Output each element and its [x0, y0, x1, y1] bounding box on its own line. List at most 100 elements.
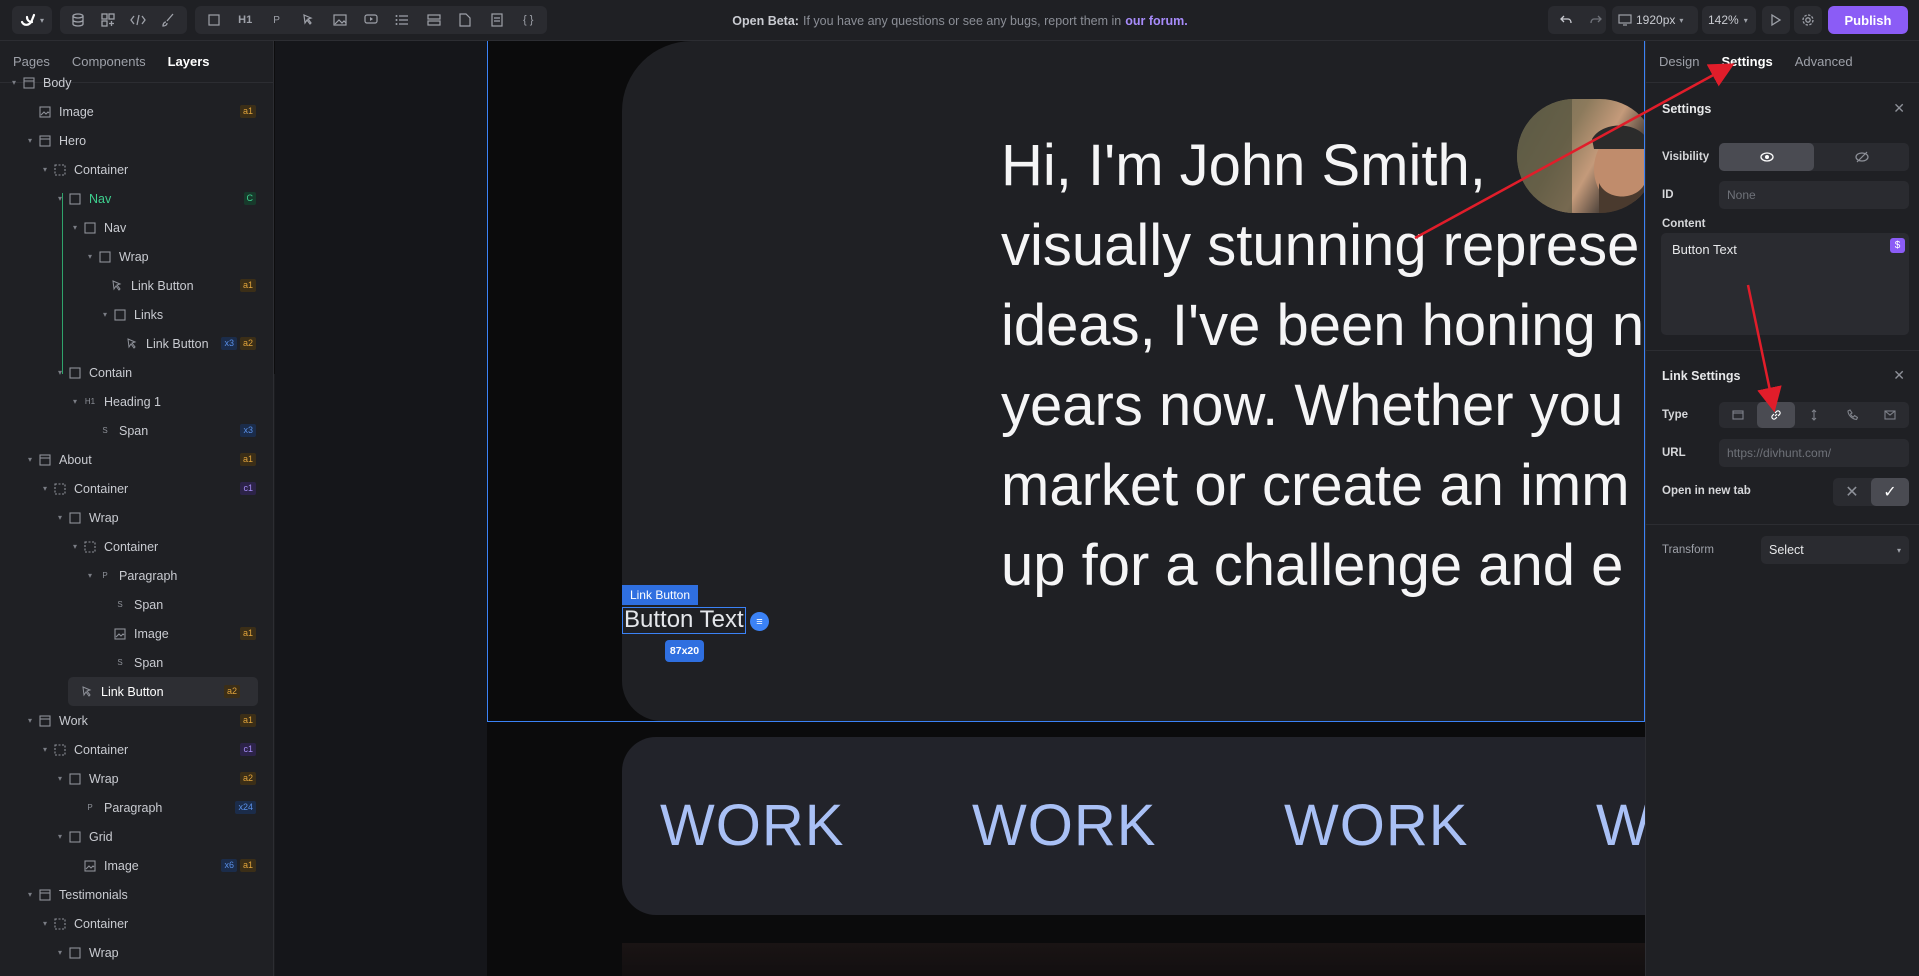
check-icon[interactable]: ✓ [1871, 478, 1909, 506]
layer-paragraph[interactable]: ▾ P Paragraph [0, 561, 274, 590]
video-icon[interactable] [357, 6, 385, 34]
email-icon[interactable] [1871, 402, 1909, 428]
zoom-select[interactable]: 142% ▾ [1702, 6, 1756, 34]
layer-body[interactable]: ▾ Body [0, 68, 274, 97]
layer-grid[interactable]: ▾ Grid [0, 822, 274, 851]
layer-container[interactable]: ▾ Container c1 [0, 735, 274, 764]
caret-down-icon[interactable]: ▾ [58, 832, 68, 841]
work-section[interactable]: WORK WORK WORK W [622, 737, 1645, 915]
caret-down-icon[interactable]: ▾ [88, 252, 98, 261]
layer-nav[interactable]: ▾ Nav C [0, 184, 274, 213]
layer-span[interactable]: S Span [0, 648, 274, 677]
page-link-icon[interactable] [1719, 402, 1757, 428]
caret-down-icon[interactable]: ▾ [43, 165, 53, 174]
layer-image[interactable]: Image x6 a1 [0, 851, 274, 880]
url-input[interactable]: https://divhunt.com/ [1719, 439, 1909, 467]
caret-down-icon[interactable]: ▾ [12, 78, 22, 87]
tab-settings[interactable]: Settings [1721, 54, 1772, 69]
form-icon[interactable] [420, 6, 448, 34]
layer-links[interactable]: ▾ Links [0, 300, 274, 329]
layer-about[interactable]: ▾ About a1 [0, 445, 274, 474]
layer-wrap[interactable]: ▾ Wrap [0, 938, 274, 967]
layer-container[interactable]: ▾ Container [0, 532, 274, 561]
tab-design[interactable]: Design [1659, 54, 1699, 69]
phone-icon[interactable] [1833, 402, 1871, 428]
heading-tool[interactable]: H1 [231, 6, 259, 34]
caret-down-icon[interactable]: ▾ [43, 745, 53, 754]
embed-icon[interactable] [483, 6, 511, 34]
caret-down-icon[interactable]: ▾ [28, 716, 38, 725]
close-icon[interactable]: ✕ [1833, 478, 1871, 506]
layer-span[interactable]: S Span x3 [0, 416, 274, 445]
components-icon[interactable] [94, 6, 122, 34]
layer-link-button[interactable]: Link Button x3 a2 [0, 329, 274, 358]
layer-link-button[interactable]: Link Button a1 [0, 271, 274, 300]
caret-down-icon[interactable]: ▾ [73, 542, 83, 551]
caret-down-icon[interactable]: ▾ [58, 194, 68, 203]
caret-down-icon[interactable]: ▾ [28, 890, 38, 899]
profile-photo[interactable] [1517, 99, 1657, 213]
undo-icon[interactable] [1552, 6, 1580, 34]
preview-button[interactable] [1762, 6, 1790, 34]
caret-down-icon[interactable]: ▾ [28, 455, 38, 464]
visible-option[interactable] [1719, 143, 1814, 171]
layer-image[interactable]: Image a1 [0, 97, 274, 126]
layer-container[interactable]: ▾ Container c1 [0, 474, 274, 503]
layer-wrap[interactable]: ▾ Wrap [0, 242, 274, 271]
tab-pages[interactable]: Pages [13, 54, 50, 69]
forum-link[interactable]: our forum. [1125, 14, 1188, 28]
paragraph-tool[interactable]: P [263, 6, 291, 34]
list-icon[interactable] [388, 6, 416, 34]
image-icon[interactable] [326, 6, 354, 34]
layer-span[interactable]: S Span [0, 590, 274, 619]
layer-hero[interactable]: ▾ Hero [0, 126, 274, 155]
layer-link-button[interactable]: Link Button a2 [68, 677, 258, 706]
block-icon[interactable] [200, 6, 228, 34]
caret-down-icon[interactable]: ▾ [73, 223, 83, 232]
anchor-link-icon[interactable] [1795, 402, 1833, 428]
layer-wrap[interactable]: ▾ Wrap a2 [0, 764, 274, 793]
layer-container[interactable]: ▾ Container [0, 909, 274, 938]
hidden-option[interactable] [1814, 143, 1909, 171]
caret-down-icon[interactable]: ▾ [28, 136, 38, 145]
code-icon[interactable] [124, 6, 152, 34]
id-input[interactable]: None [1719, 181, 1909, 209]
viewport-select[interactable]: 1920px ▾ [1612, 6, 1698, 34]
publish-button[interactable]: Publish [1828, 6, 1908, 34]
layer-work[interactable]: ▾ Work a1 [0, 706, 274, 735]
logo-menu-button[interactable]: ▾ [12, 6, 52, 34]
caret-down-icon[interactable]: ▾ [43, 484, 53, 493]
link-button-element[interactable]: Button Text [622, 607, 746, 634]
link-button-icon[interactable] [294, 6, 322, 34]
layer-container[interactable]: ▾ Container [0, 155, 274, 184]
variable-icon[interactable]: $ [1890, 238, 1905, 253]
transform-select[interactable]: Select ▾ [1761, 536, 1909, 564]
caret-down-icon[interactable]: ▾ [73, 397, 83, 406]
tab-layers[interactable]: Layers [168, 54, 210, 69]
brush-icon[interactable] [154, 6, 182, 34]
caret-down-icon[interactable]: ▾ [43, 919, 53, 928]
database-icon[interactable] [64, 6, 92, 34]
caret-down-icon[interactable]: ▾ [58, 774, 68, 783]
layer-testimonials[interactable]: ▾ Testimonials [0, 880, 274, 909]
layer-image[interactable]: Image a1 [0, 619, 274, 648]
close-icon[interactable]: ✕ [1893, 100, 1905, 117]
redo-icon[interactable] [1582, 6, 1610, 34]
layer-wrap[interactable]: ▾ Wrap [0, 503, 274, 532]
caret-down-icon[interactable]: ▾ [103, 310, 113, 319]
tab-components[interactable]: Components [72, 54, 146, 69]
settings-button[interactable] [1794, 6, 1822, 34]
content-textarea[interactable]: Button Text [1661, 233, 1909, 335]
file-icon[interactable] [451, 6, 479, 34]
layer-paragraph[interactable]: P Paragraph x24 [0, 793, 274, 822]
caret-down-icon[interactable]: ▾ [58, 368, 68, 377]
layer-contain[interactable]: ▾ Contain [0, 358, 274, 387]
url-link-icon[interactable] [1757, 402, 1795, 428]
tab-advanced[interactable]: Advanced [1795, 54, 1853, 69]
layer-heading-1[interactable]: ▾ H1 Heading 1 [0, 387, 274, 416]
element-menu-button[interactable]: ≡ [750, 612, 769, 631]
caret-down-icon[interactable]: ▾ [58, 513, 68, 522]
caret-down-icon[interactable]: ▾ [88, 571, 98, 580]
code-block-tool[interactable]: { } [514, 6, 542, 34]
caret-down-icon[interactable]: ▾ [58, 948, 68, 957]
